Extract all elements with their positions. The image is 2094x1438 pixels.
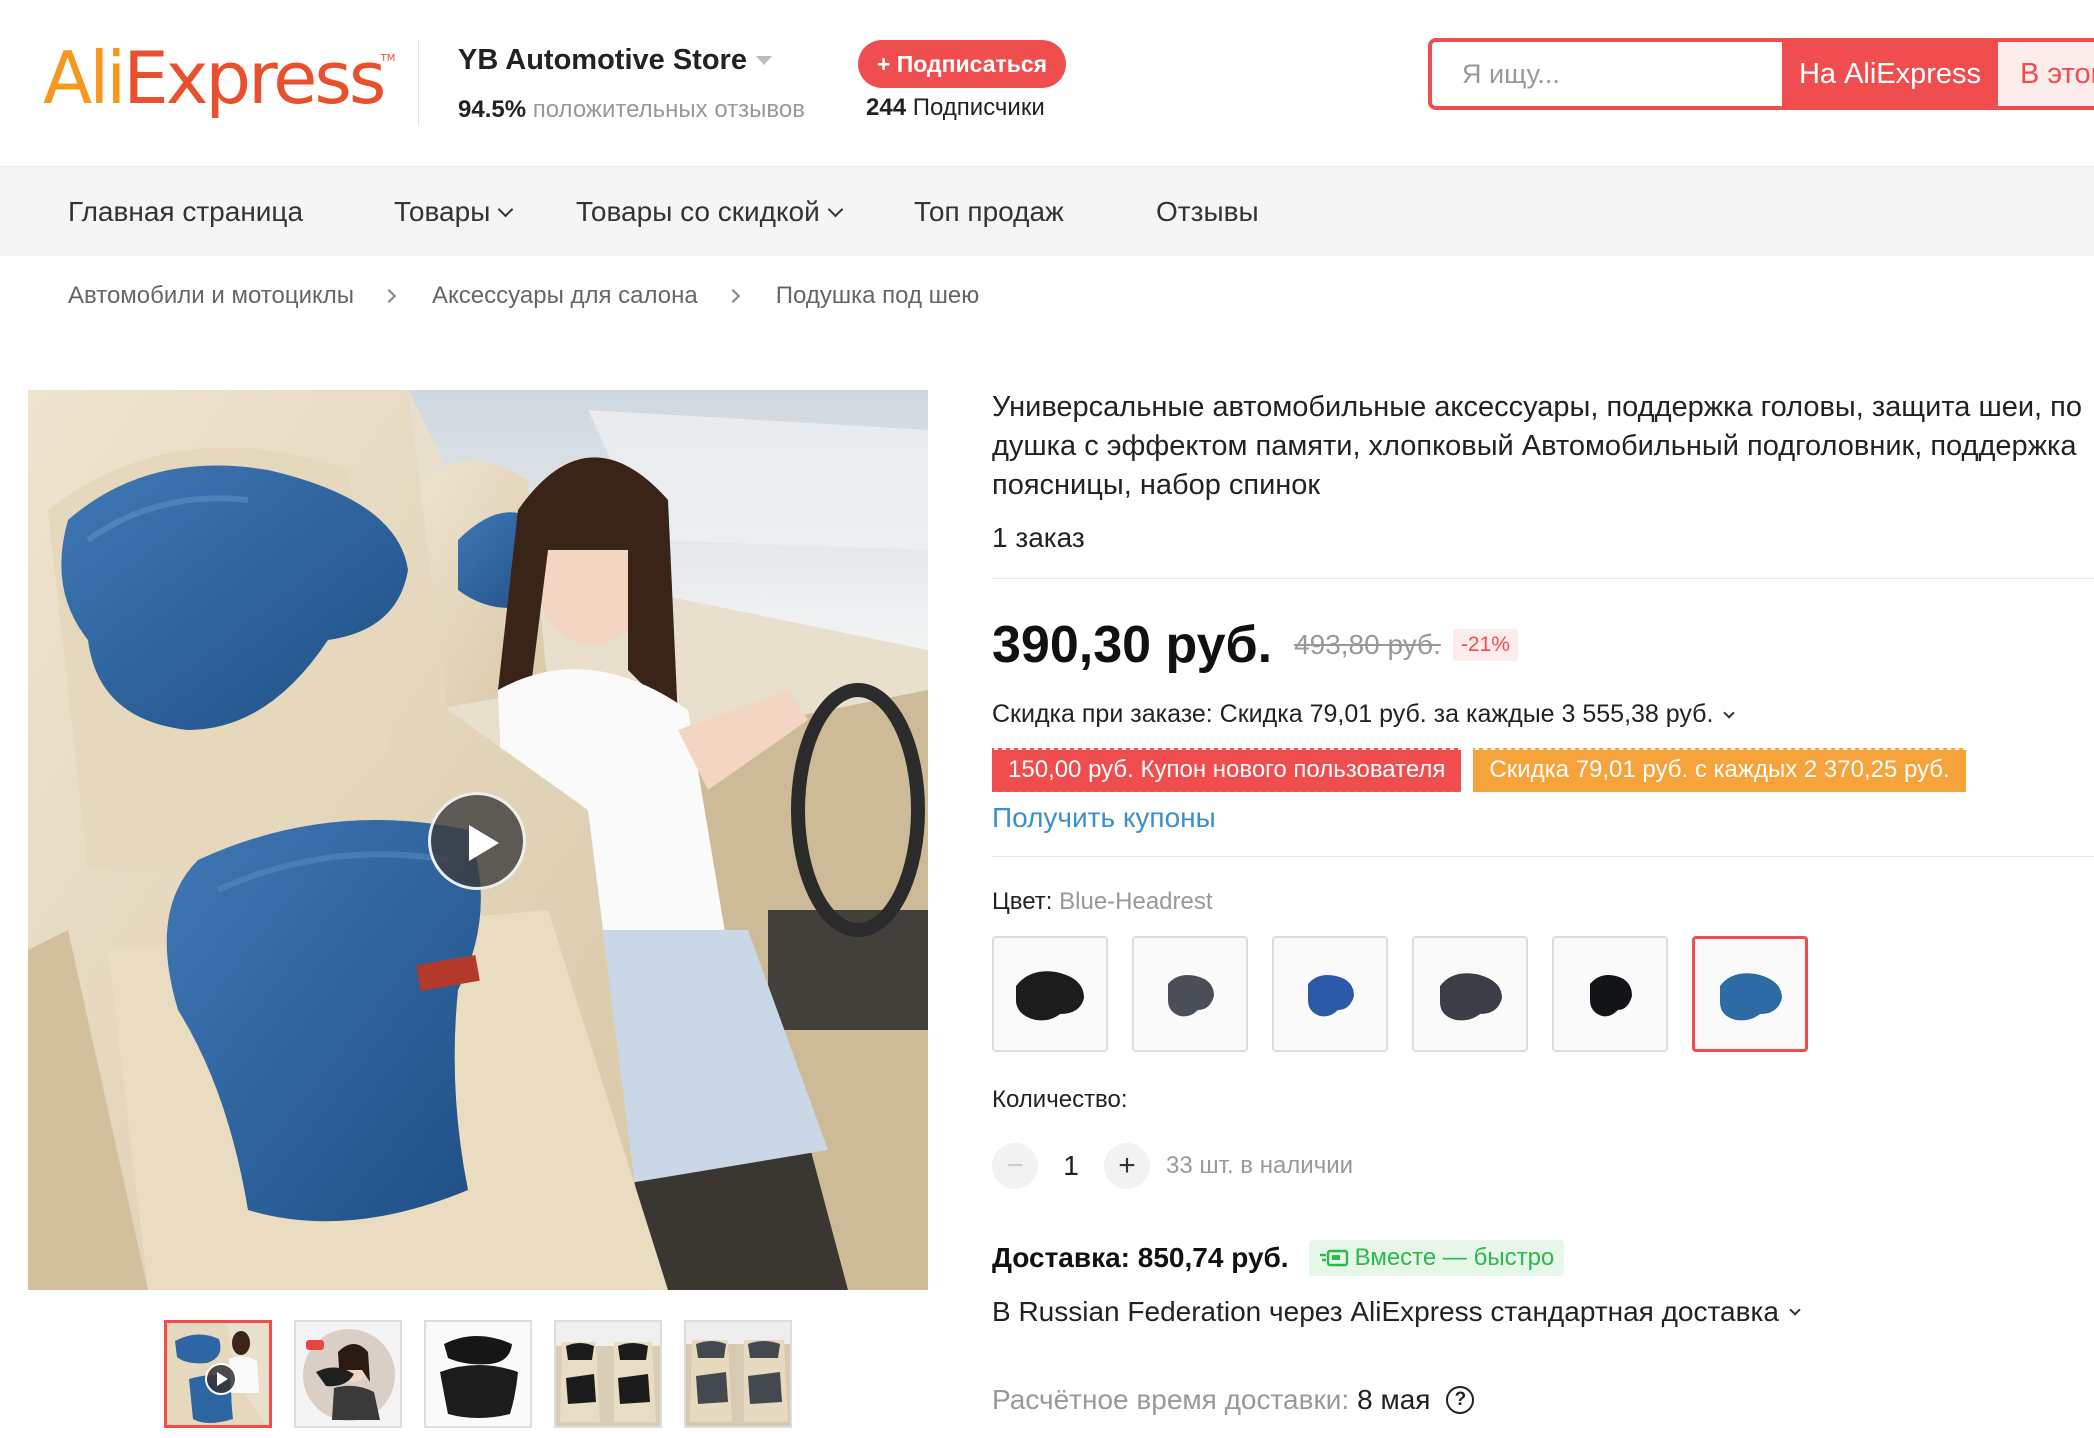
product-title: Универсальные автомобильные аксессуары, … [992, 391, 2083, 501]
nav-products-label: Товары [394, 196, 491, 227]
store-rating: 94.5% положительных отзывов [458, 96, 805, 124]
nav-home[interactable]: Главная страница [68, 167, 303, 257]
quantity-label: Количество: [992, 1086, 1128, 1113]
swatch-blue-headrest-small[interactable] [1272, 936, 1388, 1052]
aliexpress-logo[interactable]: AliExpress TM [43, 42, 395, 114]
search-input[interactable] [1432, 42, 1782, 106]
breadcrumb: Автомобили и мотоциклы Аксессуары для са… [68, 280, 979, 312]
header-divider [418, 40, 419, 126]
orders-count: 1 заказ [992, 522, 1085, 553]
fast-delivery-badge: Вместе — быстро [1308, 1240, 1565, 1276]
store-nav: Главная страница Товары Товары со скидко… [0, 166, 2094, 256]
followers-text: Подписчики [912, 94, 1045, 121]
swatch-black-headrest-small[interactable] [1552, 936, 1668, 1052]
new-user-coupon[interactable]: 150,00 руб. Купон нового пользователя [992, 746, 1462, 794]
stock-available: 33 шт. в наличии [1166, 1152, 1354, 1179]
breadcrumb-neck-pillow[interactable]: Подушка под шею [776, 282, 979, 310]
thumbnail-woman-headrest-image [296, 1322, 400, 1426]
thumbnail-strip [164, 1320, 814, 1428]
divider [992, 578, 2094, 579]
old-price: 493,80 руб. [1294, 629, 1441, 660]
chevron-down-icon [1789, 1304, 1801, 1316]
color-label-text: Цвет: [992, 888, 1053, 915]
shipping-cost: Доставка: 850,74 руб. [992, 1242, 1289, 1273]
nav-home-label: Главная страница [68, 196, 304, 227]
play-icon [205, 1363, 237, 1395]
bulk-discount[interactable]: Скидка при заказе: Скидка 79,01 руб. за … [992, 700, 1736, 729]
nav-top-selling[interactable]: Топ продаж [914, 167, 1064, 257]
headrest-icon [1720, 973, 1782, 1021]
shipping-row: Доставка: 850,74 руб. Вместе — быстро [992, 1236, 1565, 1280]
nav-sale-products[interactable]: Товары со скидкой [576, 167, 844, 257]
thumbnail-video[interactable] [164, 1320, 272, 1428]
headrest-icon [1590, 975, 1632, 1017]
quantity-stepper: − + 33 шт. в наличии [992, 1142, 1353, 1190]
search-store-button[interactable]: В этом [1998, 42, 2094, 106]
chevron-down-icon [498, 201, 514, 217]
nav-sale-products-label: Товары со скидкой [576, 196, 820, 227]
color-value: Blue-Headrest [1059, 888, 1213, 915]
nav-reviews[interactable]: Отзывы [1156, 167, 1259, 257]
delivery-truck-icon [1319, 1249, 1348, 1267]
store-rating-text: положительных отзывов [532, 96, 805, 123]
color-swatches [992, 936, 1832, 1052]
thumbnail-car-seats-dark[interactable] [554, 1320, 662, 1428]
delivery-eta: Расчётное время доставки: 8 мая ? [992, 1384, 1475, 1416]
nav-top-selling-label: Топ продаж [914, 196, 1064, 227]
discount-badge: -21% [1452, 629, 1518, 661]
headrest-icon [1168, 975, 1214, 1017]
chevron-down-icon [827, 201, 844, 217]
swatch-black-headrest[interactable] [992, 936, 1108, 1052]
help-icon[interactable]: ? [1446, 1386, 1475, 1414]
logo-tm-mark: TM [380, 53, 396, 64]
current-price: 390,30 руб. [992, 616, 1273, 674]
logo-ali-text: Ali [43, 36, 126, 120]
chevron-down-icon [1723, 706, 1736, 719]
quantity-increase-button[interactable]: + [1104, 1143, 1150, 1189]
store-rating-value: 94.5% [458, 96, 527, 123]
header: AliExpress TM YB Automotive Store 94.5% п… [0, 0, 2094, 166]
followers: 244 Подписчики [866, 94, 1045, 122]
thumbnail-car-seats-dark-image [556, 1322, 660, 1426]
nav-reviews-label: Отзывы [1156, 196, 1259, 227]
follow-button[interactable]: + Подписаться [858, 40, 1066, 88]
quantity-decrease-button[interactable]: − [992, 1143, 1038, 1189]
nav-products[interactable]: Товары [394, 167, 514, 257]
breadcrumb-interior-accessories[interactable]: Аксессуары для салона [432, 282, 698, 310]
breadcrumb-automotive[interactable]: Автомобили и мотоциклы [68, 282, 354, 310]
get-coupons-link[interactable]: Получить купоны [992, 802, 1216, 834]
quantity-input[interactable] [1038, 1150, 1104, 1182]
thumbnail-car-seats-gray-image [686, 1322, 790, 1426]
headrest-icon [1440, 973, 1502, 1021]
thumbnail-car-seats-gray[interactable] [684, 1320, 792, 1428]
search-aliexpress-button[interactable]: На AliExpress [1782, 42, 1998, 106]
headrest-icon [1016, 971, 1084, 1021]
chevron-right-icon [381, 288, 397, 304]
fast-delivery-text: Вместе — быстро [1354, 1244, 1555, 1271]
swatch-blue-headrest[interactable] [1692, 936, 1808, 1052]
eta-label: Расчётное время доставки: [992, 1384, 1350, 1415]
shipping-method-text: В Russian Federation через AliExpress ст… [992, 1296, 1779, 1327]
chevron-right-icon [725, 288, 740, 304]
followers-count: 244 [866, 94, 907, 121]
store-name[interactable]: YB Automotive Store [458, 44, 747, 77]
swatch-dark-gray-headrest[interactable] [1412, 936, 1528, 1052]
color-label: Цвет: Blue-Headrest [992, 888, 1213, 916]
shipping-method-selector[interactable]: В Russian Federation через AliExpress ст… [992, 1296, 1801, 1328]
thumbnail-black-set[interactable] [424, 1320, 532, 1428]
headrest-icon [1308, 975, 1354, 1017]
store-discount-coupon[interactable]: Скидка 79,01 руб. с каждых 2 370,25 руб. [1473, 746, 1967, 794]
thumbnail-black-set-image [426, 1322, 530, 1426]
thumbnail-woman-headrest[interactable] [294, 1320, 402, 1428]
video-play-button[interactable] [428, 792, 526, 890]
logo-express-text: Express [123, 36, 386, 120]
search-box: На AliExpress В этом [1428, 38, 2094, 110]
eta-date: 8 мая [1357, 1384, 1431, 1415]
bulk-discount-text: Скидка при заказе: Скидка 79,01 руб. за … [992, 700, 1714, 728]
price-row: 390,30 руб. 493,80 руб. -21% [992, 612, 1518, 678]
coupon-row: 150,00 руб. Купон нового пользователя Ск… [992, 746, 1978, 794]
swatch-gray-headrest[interactable] [1132, 936, 1248, 1052]
store-dropdown-caret-icon[interactable] [756, 56, 772, 65]
divider [992, 856, 2094, 857]
